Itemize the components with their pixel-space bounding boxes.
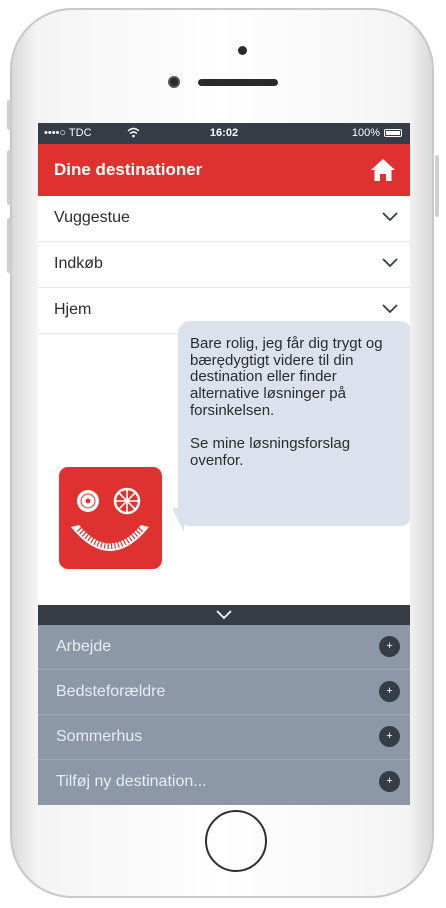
chevron-down-icon xyxy=(216,610,232,620)
app-screen: ••••○ TDC 16:02 100% Dine destinationer … xyxy=(38,123,410,805)
plus-icon[interactable]: + xyxy=(379,771,400,792)
collapse-bar[interactable] xyxy=(38,605,410,625)
earpiece-speaker xyxy=(198,79,278,86)
front-lens xyxy=(168,76,180,88)
power-button xyxy=(435,155,439,217)
destination-suggestions: Arbejde + Bedsteforældre + Sommerhus + T… xyxy=(38,625,410,805)
battery-icon xyxy=(384,129,402,137)
destination-row-vuggestue[interactable]: Vuggestue xyxy=(38,196,410,242)
destination-row-indkob[interactable]: Indkøb xyxy=(38,242,410,288)
destination-label: Hjem xyxy=(54,301,92,318)
assistant-message: Bare rolig, jeg får dig trygt og bærędyg… xyxy=(190,335,383,469)
plus-icon[interactable]: + xyxy=(379,636,400,657)
suggestion-label: Arbejde xyxy=(56,638,112,655)
add-destination-row[interactable]: Tilføj ny destination... + xyxy=(38,760,410,805)
page-title: Dine destinationer xyxy=(54,160,203,179)
suggestion-row-arbejde[interactable]: Arbejde + xyxy=(38,625,410,670)
smiley-face-icon xyxy=(71,487,149,551)
volume-down-button xyxy=(7,218,11,273)
home-icon[interactable] xyxy=(370,158,396,182)
suggestion-label: Sommerhus xyxy=(56,728,143,745)
app-header: Dine destinationer xyxy=(38,144,410,196)
destination-label: Indkøb xyxy=(54,255,103,272)
suggestion-label: Bedsteforældre xyxy=(56,683,166,700)
battery-percent: 100% xyxy=(351,127,380,139)
mute-switch xyxy=(7,100,11,130)
chevron-down-icon xyxy=(382,212,398,222)
plus-icon[interactable]: + xyxy=(379,726,400,747)
assistant-avatar xyxy=(59,467,162,569)
volume-up-button xyxy=(7,150,11,205)
status-bar: ••••○ TDC 16:02 100% xyxy=(38,123,410,144)
destination-label: Vuggestue xyxy=(54,209,130,226)
chevron-down-icon xyxy=(382,258,398,268)
speech-bubble-tail xyxy=(172,508,184,532)
plus-icon[interactable]: + xyxy=(379,681,400,702)
suggestion-row-bedsteforaeldre[interactable]: Bedsteforældre + xyxy=(38,670,410,715)
suggestion-label: Tilføj ny destination... xyxy=(56,773,207,790)
home-button[interactable] xyxy=(205,810,267,872)
suggestion-row-sommerhus[interactable]: Sommerhus + xyxy=(38,715,410,760)
front-camera xyxy=(238,46,247,55)
chevron-down-icon xyxy=(382,304,398,314)
